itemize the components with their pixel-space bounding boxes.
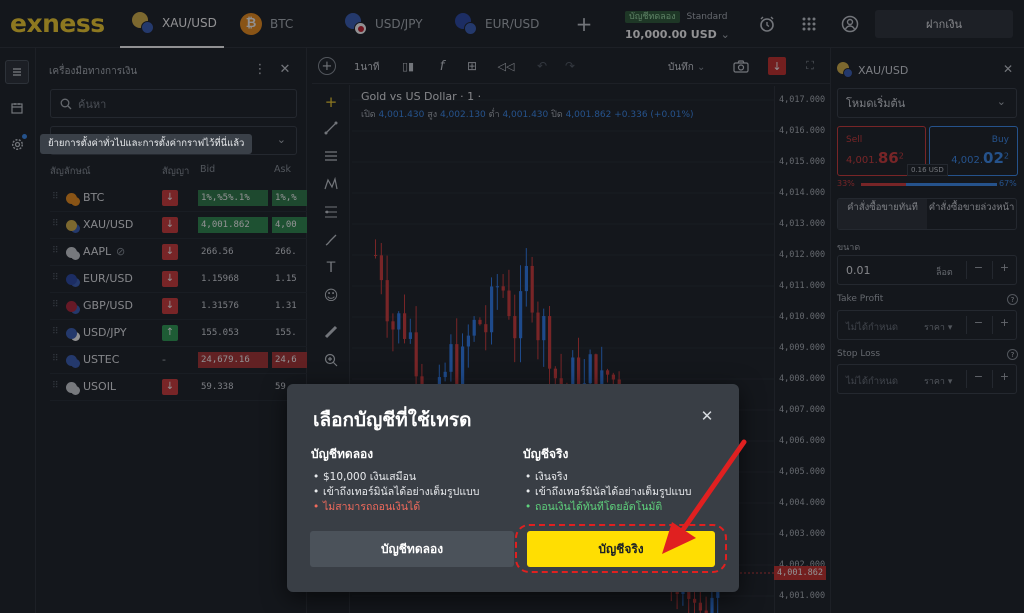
list-item: เข้าถึงเทอร์มินัลได้อย่างเต็มรูปแบบ	[311, 485, 511, 500]
modal-title: เลือกบัญชีที่ใช้เทรด	[313, 409, 472, 431]
settings-moved-tooltip: ย้ายการตั้งค่าทั่วไปและการตั้งค่ากราฟไว้…	[40, 134, 253, 154]
demo-points: $10,000 เงินเสมือน เข้าถึงเทอร์มินัลได้อ…	[311, 470, 511, 515]
demo-account-info: บัญชีทดลอง $10,000 เงินเสมือน เข้าถึงเทอ…	[311, 445, 511, 515]
annotation-arrow-icon	[662, 439, 747, 554]
list-item: $10,000 เงินเสมือน	[311, 470, 511, 485]
demo-account-button[interactable]: บัญชีทดลอง	[310, 531, 514, 567]
demo-heading: บัญชีทดลอง	[311, 447, 374, 461]
demo-warning: ไม่สามารถถอนเงินได้	[311, 500, 511, 515]
close-modal-icon[interactable]: ✕	[697, 406, 717, 426]
